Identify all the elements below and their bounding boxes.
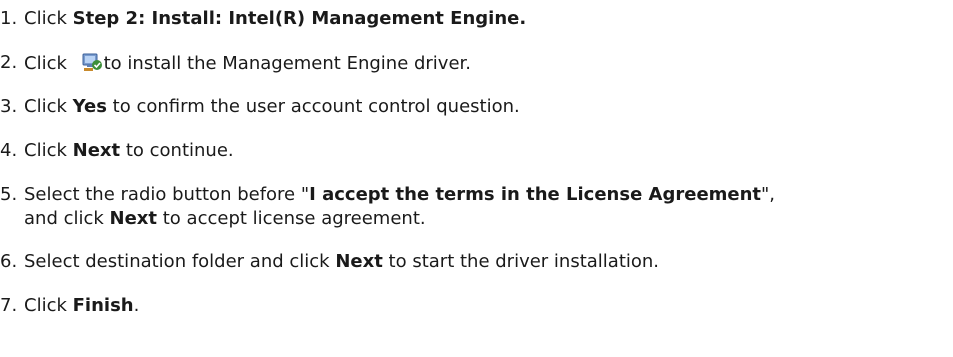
step-number: 3. [0, 96, 18, 117]
step-3: 3. Click Yes to confirm the user account… [0, 95, 520, 119]
step-text-line-2: and click Next to accept license agreeme… [24, 208, 426, 229]
step-7: 7. Click Finish. [0, 294, 139, 318]
installer-icon [82, 51, 104, 73]
step-1: 1. Click Step 2: Install: Intel(R) Manag… [0, 7, 526, 31]
step-bold-label: Next [335, 251, 383, 272]
step-bold-label: Next [109, 208, 158, 229]
step-2: 2. Click to install the Management Engin… [0, 51, 471, 75]
step-6: 6. Select destination folder and click N… [0, 250, 659, 274]
step-bold-label: I accept the terms in the License Agreem… [309, 184, 762, 205]
step-number: 5. [0, 184, 18, 205]
step-text: Select destination folder and click Next… [24, 251, 660, 272]
step-number: 6. [0, 251, 18, 272]
step-5: 5. Select the radio button before "I acc… [0, 183, 775, 229]
step-text: Click Step 2: Install: Intel(R) Manageme… [24, 8, 527, 29]
step-text: Click Finish. [24, 295, 140, 316]
step-text: Select the radio button before "I accept… [24, 184, 776, 229]
step-number: 4. [0, 140, 18, 161]
step-number: 2. [0, 52, 18, 73]
step-number: 1. [0, 8, 18, 29]
step-bold-label: Step 2: Install: Intel(R) Management Eng… [72, 8, 527, 29]
step-bold-label: Finish [72, 295, 134, 316]
step-text: Click Yes to confirm the user account co… [24, 96, 520, 117]
step-bold-label: Yes [72, 96, 107, 117]
step-text: Click Next to continue. [24, 140, 234, 161]
step-number: 7. [0, 295, 18, 316]
step-bold-label: Next [72, 140, 121, 161]
step-text: Click to install the Management Engine d… [24, 51, 472, 74]
step-4: 4. Click Next to continue. [0, 139, 234, 163]
